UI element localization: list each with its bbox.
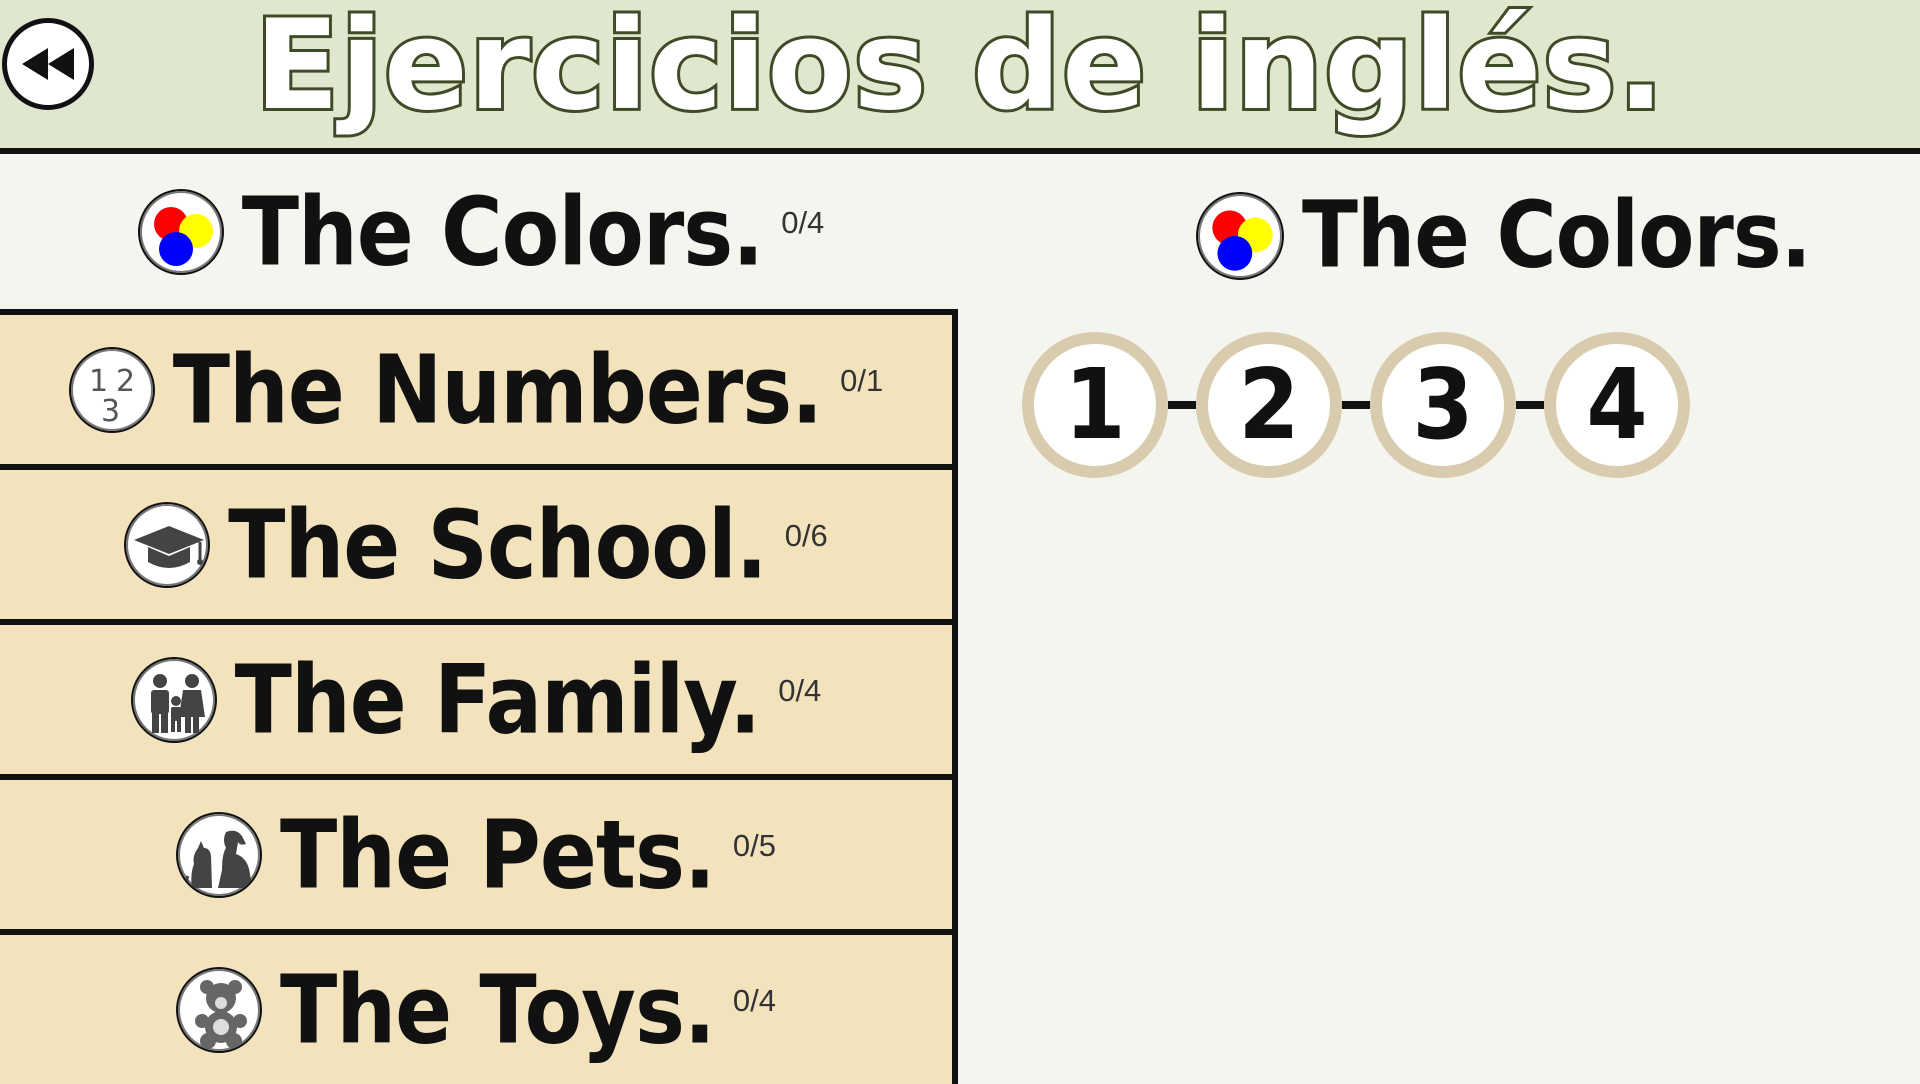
category-item-school[interactable]: The School. 0/6 <box>0 464 958 619</box>
category-progress: 0/4 <box>778 672 822 708</box>
category-label: The Toys. <box>280 954 716 1065</box>
category-label: The Numbers. <box>172 334 823 445</box>
level-4-button[interactable]: 4 <box>1544 332 1690 478</box>
level-1-button[interactable]: 1 <box>1022 332 1168 478</box>
family-icon <box>130 656 217 743</box>
category-progress: 0/6 <box>784 517 828 553</box>
category-list: The Colors. 0/4 1 2 3 The Numbers. 0/1 T… <box>0 154 962 1084</box>
level-connector <box>1168 401 1196 409</box>
category-progress: 0/5 <box>732 827 777 863</box>
category-progress: 0/4 <box>781 204 825 240</box>
category-progress: 0/4 <box>732 982 776 1018</box>
detail-title-label: The Colors. <box>1302 182 1812 289</box>
level-2-button[interactable]: 2 <box>1196 332 1342 478</box>
level-number: 4 <box>1586 347 1648 462</box>
colors-icon <box>137 188 224 275</box>
category-label: The Family. <box>234 644 762 755</box>
category-item-colors[interactable]: The Colors. 0/4 <box>0 154 962 309</box>
level-number: 3 <box>1412 347 1474 462</box>
category-item-toys[interactable]: The Toys. 0/4 <box>0 929 958 1084</box>
level-number: 1 <box>1064 347 1126 462</box>
category-label: The Colors. <box>241 176 765 287</box>
category-progress: 0/1 <box>840 362 884 398</box>
teddy-bear-icon <box>176 966 263 1053</box>
category-item-numbers[interactable]: 1 2 3 The Numbers. 0/1 <box>0 309 958 464</box>
category-item-family[interactable]: The Family. 0/4 <box>0 619 958 774</box>
detail-title: The Colors. <box>1196 182 1812 289</box>
category-item-pets[interactable]: The Pets. 0/5 <box>0 774 958 929</box>
level-connector <box>1342 401 1370 409</box>
colors-icon <box>1196 191 1284 280</box>
level-selector: 1 2 3 4 <box>1022 332 1690 478</box>
pets-icon <box>175 811 262 898</box>
category-label: The School. <box>228 489 768 600</box>
graduation-cap-icon <box>124 501 211 588</box>
svg-text:3: 3 <box>101 394 120 429</box>
header-bar: Ejercicios de inglés. <box>0 0 1920 154</box>
level-3-button[interactable]: 3 <box>1370 332 1516 478</box>
numbers-icon: 1 2 3 <box>68 346 155 433</box>
app-title: Ejercicios de inglés. <box>252 0 1668 141</box>
category-label: The Pets. <box>279 799 716 910</box>
level-connector <box>1516 401 1544 409</box>
level-number: 2 <box>1238 347 1300 462</box>
